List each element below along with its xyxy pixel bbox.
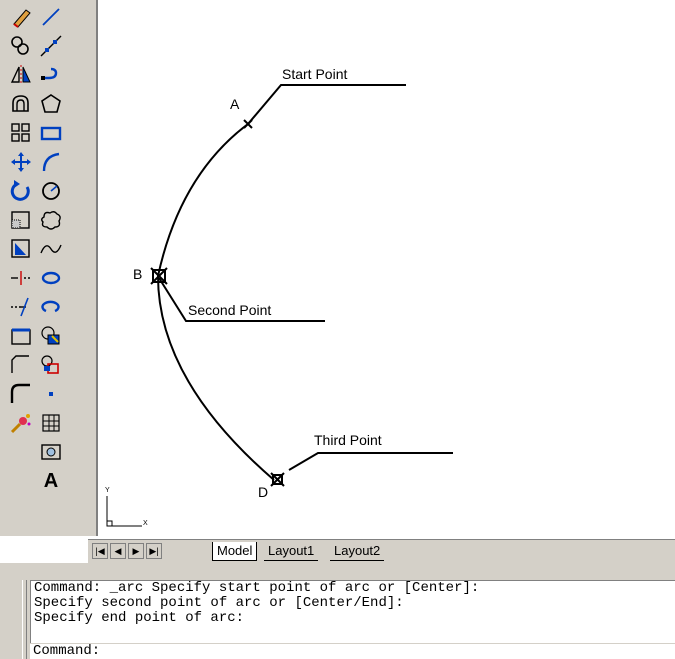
prev-tab-button[interactable]: ◀	[110, 543, 126, 559]
trim-icon[interactable]	[8, 265, 34, 291]
make-block-icon[interactable]	[38, 352, 64, 378]
tab-layout1[interactable]: Layout1	[264, 542, 319, 561]
spline-icon[interactable]	[38, 236, 64, 262]
second-point-label: Second Point	[188, 302, 272, 318]
command-input[interactable]: Command:	[30, 644, 675, 659]
draw-toolbar: A	[36, 4, 66, 497]
copy-icon[interactable]	[8, 33, 34, 59]
ucs-x-label: X	[143, 520, 148, 527]
point-d-marker	[270, 472, 285, 487]
start-point-leader	[247, 84, 406, 125]
array-icon[interactable]	[8, 120, 34, 146]
first-tab-button[interactable]: |◀	[92, 543, 108, 559]
ucs-icon	[106, 496, 142, 527]
command-history-line: Specify second point of arc or [Center/E…	[34, 595, 404, 611]
construction-line-icon[interactable]	[38, 33, 64, 59]
extend-icon[interactable]	[8, 294, 34, 320]
multiline-text-tool[interactable]: A	[38, 468, 64, 494]
hatch-icon[interactable]	[38, 410, 64, 436]
rectangle-icon[interactable]	[38, 120, 64, 146]
point-d-label: D	[258, 484, 269, 500]
point-a-marker	[243, 119, 253, 129]
explode-icon[interactable]	[8, 410, 34, 436]
drawing-geometry	[106, 84, 453, 527]
command-history-line: Specify end point of arc:	[34, 610, 245, 626]
command-window: Command: _arc Specify start point of arc…	[0, 563, 675, 659]
polygon-icon[interactable]	[38, 91, 64, 117]
region-icon[interactable]	[38, 439, 64, 465]
point-b-label: B	[133, 266, 143, 282]
toolbars-panel: A	[0, 0, 96, 536]
drawing-canvas[interactable]: A B D Start Point Second Point Third Poi…	[96, 0, 675, 536]
arc-icon[interactable]	[38, 149, 64, 175]
move-icon[interactable]	[8, 149, 34, 175]
offset-icon[interactable]	[8, 91, 34, 117]
third-point-label: Third Point	[314, 432, 382, 448]
rotate-icon[interactable]	[8, 178, 34, 204]
ucs-y-label: Y	[105, 487, 110, 494]
break-icon[interactable]	[8, 323, 34, 349]
ellipse-arc-icon[interactable]	[38, 294, 64, 320]
eraser-icon[interactable]	[8, 4, 34, 30]
point-icon[interactable]	[38, 381, 64, 407]
tab-layout2[interactable]: Layout2	[330, 542, 385, 561]
polyline-icon[interactable]	[38, 62, 64, 88]
layout-tab-bar: |◀ ◀ ▶ ▶| Model Layout1 Layout2	[88, 539, 675, 564]
point-a-label: A	[230, 96, 240, 112]
stretch-icon[interactable]	[8, 236, 34, 262]
line-icon[interactable]	[38, 4, 64, 30]
point-b-marker	[150, 267, 168, 285]
start-point-label: Start Point	[282, 66, 348, 82]
mirror-icon[interactable]	[8, 62, 34, 88]
command-history: Command: _arc Specify start point of arc…	[30, 580, 675, 643]
next-tab-button[interactable]: ▶	[128, 543, 144, 559]
modify-toolbar	[6, 4, 36, 439]
fillet-icon[interactable]	[8, 381, 34, 407]
ellipse-icon[interactable]	[38, 265, 64, 291]
chamfer-icon[interactable]	[8, 352, 34, 378]
insert-block-icon[interactable]	[38, 323, 64, 349]
last-tab-button[interactable]: ▶|	[146, 543, 162, 559]
tab-model[interactable]: Model	[212, 542, 258, 561]
third-point-leader	[288, 452, 453, 471]
scale-icon[interactable]	[8, 207, 34, 233]
command-history-line: Command: _arc Specify start point of arc…	[34, 580, 480, 596]
command-window-grip[interactable]	[22, 580, 27, 659]
circle-icon[interactable]	[38, 178, 64, 204]
revision-cloud-icon[interactable]	[38, 207, 64, 233]
